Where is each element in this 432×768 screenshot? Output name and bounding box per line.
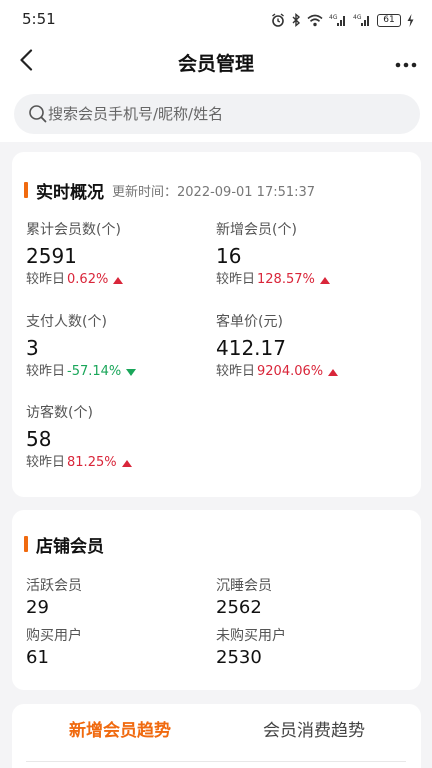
status-bar: 5:51 4G 4G 61 [0,0,432,40]
metric-value: 16 [216,244,242,268]
metric-compare: 较昨日 -57.14% [26,362,216,382]
status-icons: 4G 4G 61 [271,12,414,28]
compare-label: 较昨日 [216,272,256,287]
metric-label: 累计会员数(个) [26,222,121,238]
update-time: 更新时间：2022-09-01 17:51:37 [112,184,316,200]
nav-bar: 会员管理 [0,40,432,84]
metric-label: 支付人数(个) [26,314,107,330]
svg-text:4G: 4G [329,14,338,21]
trend-tabs-card: 新增会员趋势 会员消费趋势 [12,704,421,768]
member-stat-label: 未购买用户 [216,628,286,644]
arrow-up-icon [121,459,132,467]
compare-label: 较昨日 [26,364,66,379]
change-percent: 9204.06% [257,364,324,379]
metric-total-members: 累计会员数(个) 2591 较昨日 0.62% [26,220,216,290]
accent-bar [24,182,28,198]
change-percent: -57.14% [67,364,122,379]
metric-value: 3 [26,336,39,360]
metric-compare: 较昨日 81.25% [26,453,216,473]
member-stat-value: 2530 [216,647,262,668]
member-stat-non-buyers[interactable]: 未购买用户 2530 [216,626,406,670]
metric-payers: 支付人数(个) 3 较昨日 -57.14% [26,312,216,382]
metric-compare: 较昨日 9204.06% [216,362,406,382]
wifi-icon [307,14,323,27]
status-time: 5:51 [22,10,56,28]
search-input[interactable] [48,103,408,125]
page-title: 会员管理 [177,53,254,75]
charging-icon [407,13,414,27]
overview-title: 实时概况 [36,182,104,203]
battery-icon: 61 [377,13,401,27]
arrow-up-icon [113,276,124,284]
metric-compare: 较昨日 0.62% [26,270,216,290]
battery-level: 61 [383,14,395,25]
member-stat-value: 61 [26,647,49,668]
member-stat-value: 2562 [216,597,262,618]
store-members-header: 店铺会员 [24,532,104,557]
member-stat-active[interactable]: 活跃会员 29 [26,576,216,620]
member-stat-buyers[interactable]: 购买用户 61 [26,626,216,670]
change-percent: 81.25% [67,455,117,470]
store-members-card: 店铺会员 活跃会员 29 沉睡会员 2562 购买用户 61 未购买用户 253… [12,510,421,690]
member-stat-label: 活跃会员 [26,578,82,594]
accent-bar [24,536,28,552]
signal-4g-icon: 4G [353,13,371,27]
tab-new-member-trend[interactable]: 新增会员趋势 [50,716,190,746]
overview-card: 实时概况 更新时间：2022-09-01 17:51:37 累计会员数(个) 2… [12,152,421,497]
arrow-down-icon [126,368,137,376]
search-icon [28,104,48,124]
change-percent: 128.57% [257,272,315,287]
svg-text:4G: 4G [353,14,362,21]
metric-value: 2591 [26,244,77,268]
change-percent: 0.62% [67,272,109,287]
bluetooth-icon [291,13,301,27]
metric-new-members: 新增会员(个) 16 较昨日 128.57% [216,220,406,290]
compare-label: 较昨日 [26,455,66,470]
arrow-up-icon [319,276,330,284]
more-button[interactable] [392,50,420,74]
tab-divider [26,761,406,762]
overview-header: 实时概况 更新时间：2022-09-01 17:51:37 [24,178,316,203]
arrow-up-icon [328,368,339,376]
metric-value: 412.17 [216,336,286,360]
more-dots-icon [395,53,417,72]
tab-member-spending-trend[interactable]: 会员消费趋势 [244,716,384,746]
compare-label: 较昨日 [26,272,66,287]
compare-label: 较昨日 [216,364,256,379]
member-stat-label: 购买用户 [26,628,82,644]
metric-label: 访客数(个) [26,405,93,421]
signal-4g-icon: 4G [329,13,347,27]
search-area [0,84,432,142]
metric-label: 新增会员(个) [216,222,297,238]
metric-compare: 较昨日 128.57% [216,270,406,290]
member-stat-dormant[interactable]: 沉睡会员 2562 [216,576,406,620]
member-stat-label: 沉睡会员 [216,578,272,594]
metric-value: 58 [26,427,52,451]
search-box[interactable] [14,94,420,134]
metric-avg-order: 客单价(元) 412.17 较昨日 9204.06% [216,312,406,382]
alarm-icon [271,13,285,27]
store-members-title: 店铺会员 [36,536,104,557]
member-stat-value: 29 [26,597,49,618]
metric-visitors: 访客数(个) 58 较昨日 81.25% [26,403,216,473]
metric-label: 客单价(元) [216,314,283,330]
